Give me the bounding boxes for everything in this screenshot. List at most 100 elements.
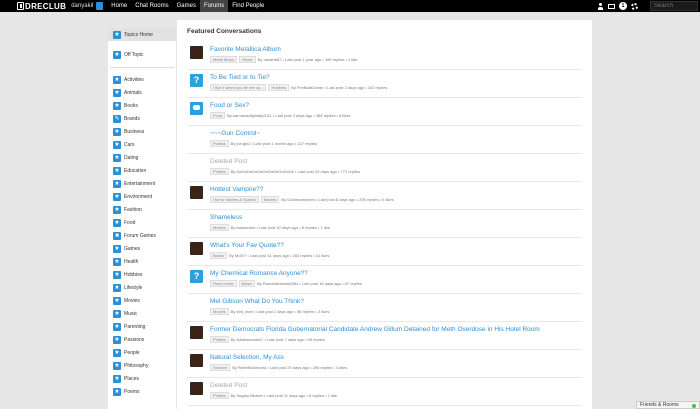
sidebar-item-passions[interactable]: Passions (108, 333, 176, 346)
sidebar-item-games[interactable]: Games (108, 242, 176, 255)
sidebar-item-label: Hobbies (124, 271, 143, 278)
sidebar-item-dating[interactable]: Dating (108, 151, 176, 164)
conversation-row[interactable]: Natural Selection, My Ass Science By Rebel… (187, 350, 582, 378)
conversation-title[interactable]: Deleted Post (210, 382, 247, 389)
conversation-title[interactable]: Shameless (210, 214, 242, 221)
conversation-meta: Politics By joe.gin2 • Last post 1 month … (210, 140, 317, 147)
sidebar-item-activities[interactable]: Activities (108, 73, 176, 86)
conversation-row[interactable]: Former Democrats Florida Gubernatorial C… (187, 322, 582, 350)
mail-icon[interactable] (608, 4, 615, 9)
conversation-row[interactable]: Deleted Post Politics By DaGeDaGeDaGeDaGeG… (187, 154, 582, 182)
sidebar-item-fashion[interactable]: Fashion (108, 203, 176, 216)
sidebar-item-music[interactable]: Music (108, 307, 176, 320)
topic-tag[interactable]: Music (239, 56, 256, 63)
conversation-title[interactable]: What's Your Fav Quote?? (210, 242, 284, 249)
search-input[interactable] (650, 1, 698, 11)
sidebar-item-parenting[interactable]: Parenting (108, 320, 176, 333)
conversation-row[interactable]: ~~~Gun Control~ Politics By joe.gin2 • Las… (187, 126, 582, 154)
conversation-title[interactable]: My Chemical Romance Anyone?? (210, 270, 308, 277)
star-icon (113, 192, 121, 201)
conversation-title[interactable]: Natural Selection, My Ass (210, 354, 284, 361)
sidebar-item-off-topic[interactable]: Off Topic (108, 48, 176, 61)
conversation-title[interactable]: Deleted Post (210, 158, 247, 165)
sidebar-item-cars[interactable]: Cars (108, 138, 176, 151)
conversation-row[interactable]: Hottest Vampire?? Horror Movies & Scared M… (187, 182, 582, 210)
conversation-row[interactable]: To Be Tied or to Tie? I like it when you … (187, 70, 582, 98)
topic-tag[interactable]: Politics (210, 392, 229, 399)
topic-tag[interactable]: Horror Movies & Scared (210, 196, 259, 203)
person-icon[interactable] (597, 2, 604, 10)
topic-tag[interactable]: Food (210, 112, 226, 119)
sidebar-item-topics-home[interactable]: Topics Home (108, 28, 176, 41)
conversation-row[interactable]: Deleted Post Politics By Sugary Beaver • L… (187, 378, 582, 406)
topic-tag[interactable]: Politics (210, 336, 229, 343)
conversation-row[interactable]: Shameless Movies By lastmovies • Last post… (187, 210, 582, 238)
topic-tag[interactable]: Books (210, 252, 228, 259)
sidebar-item-environment[interactable]: Environment (108, 190, 176, 203)
topic-tag[interactable]: Hobbies (268, 84, 290, 91)
sidebar-item-philosophy[interactable]: Philosophy (108, 359, 176, 372)
nav-home[interactable]: Home (107, 0, 131, 12)
friends-rooms-widget[interactable]: Friends & Rooms (636, 401, 700, 409)
topic-tag[interactable]: I like it when you tie me up... (210, 84, 267, 91)
nav-games[interactable]: Games (173, 0, 200, 12)
conversation-title[interactable]: Hottest Vampire?? (210, 186, 263, 193)
sidebar-item-brands[interactable]: Brands (108, 112, 176, 125)
conversation-row[interactable]: Favorite Metallica Album Metal Music Music… (187, 42, 582, 70)
topic-tag[interactable]: Music (238, 280, 256, 287)
gear-icon[interactable] (631, 2, 638, 10)
topic-tag[interactable]: Rock music (210, 280, 237, 287)
conversation-row[interactable]: What's Your Fav Quote?? Books By MOE? • La… (187, 238, 582, 266)
sidebar-item-places[interactable]: Places (108, 372, 176, 385)
conversation-title[interactable]: Former Democrats Florida Gubernatorial C… (210, 326, 540, 333)
nav-forums[interactable]: Forums (199, 0, 229, 12)
sidebar-item-entertainment[interactable]: Entertainment (108, 177, 176, 190)
question-icon[interactable] (190, 74, 203, 87)
topic-tag[interactable]: Metal Music (210, 56, 238, 63)
conversation-row[interactable]: Food or Sex? Food By karmavaniigbaby2011 •… (187, 98, 582, 126)
sidebar-item-label: Games (124, 245, 141, 252)
sidebar-item-lifestyle[interactable]: Lifestyle (108, 281, 176, 294)
topic-tag[interactable]: Movies (210, 224, 229, 231)
sidebar-item-food[interactable]: Food (108, 216, 176, 229)
topic-tag[interactable]: Science (210, 364, 231, 371)
nav-find-people[interactable]: Find People (228, 0, 268, 12)
conversation-row[interactable]: My Chemical Romance Anyone?? Rock musicMu… (187, 266, 582, 294)
topic-tag[interactable]: Movies (210, 308, 229, 315)
conversation-title[interactable]: Favorite Metallica Album (210, 46, 281, 53)
sidebar-item-business[interactable]: Business (108, 125, 176, 138)
topic-tag[interactable]: Politics (210, 140, 229, 147)
sidebar-item-hobbies[interactable]: Hobbies (108, 268, 176, 281)
user-badge-icon[interactable] (96, 2, 104, 10)
nav-chat-rooms[interactable]: Chat Rooms (131, 0, 172, 12)
sidebar-item-forum-games[interactable]: Forum Games (108, 229, 176, 242)
conversation-title[interactable]: Food or Sex? (210, 102, 249, 109)
topic-tag[interactable]: Politics (210, 168, 229, 175)
conversation-title[interactable]: ~~~Gun Control~ (210, 130, 260, 137)
conversation-title[interactable]: Mel Gibson What Do You Think? (210, 298, 304, 305)
sidebar-item-movies[interactable]: Movies (108, 294, 176, 307)
conversation-title[interactable]: To Be Tied or to Tie? (210, 74, 270, 81)
notification-badge[interactable]: 1 (619, 2, 627, 10)
topic-tag[interactable]: Movies (260, 196, 280, 203)
sidebar-item-health[interactable]: Health (108, 255, 176, 268)
sidebar-item-poems[interactable]: Poems (108, 385, 176, 398)
conversation-thumbnail[interactable] (190, 382, 203, 395)
conversation-thumbnail[interactable] (190, 186, 203, 199)
sidebar-item-label: Business (124, 128, 145, 135)
conversation-thumbnail[interactable] (190, 46, 203, 59)
question-icon[interactable] (190, 270, 203, 283)
username-label[interactable]: danyakil (71, 3, 93, 9)
site-logo[interactable]: DRECLUB (17, 0, 66, 12)
conversation-thumbnail[interactable] (190, 326, 203, 339)
sidebar-item-books[interactable]: Books (108, 99, 176, 112)
sidebar-item-label: Books (124, 102, 138, 109)
conversation-row[interactable]: Mel Gibson What Do You Think? Movies By bi… (187, 294, 582, 322)
sidebar-item-animals[interactable]: Animals (108, 86, 176, 99)
sidebar-item-education[interactable]: Education (108, 164, 176, 177)
chat-bubble-icon[interactable] (190, 102, 203, 115)
star-icon (113, 296, 121, 305)
conversation-thumbnail[interactable] (190, 242, 203, 255)
conversation-thumbnail[interactable] (190, 354, 203, 367)
sidebar-item-people[interactable]: People (108, 346, 176, 359)
